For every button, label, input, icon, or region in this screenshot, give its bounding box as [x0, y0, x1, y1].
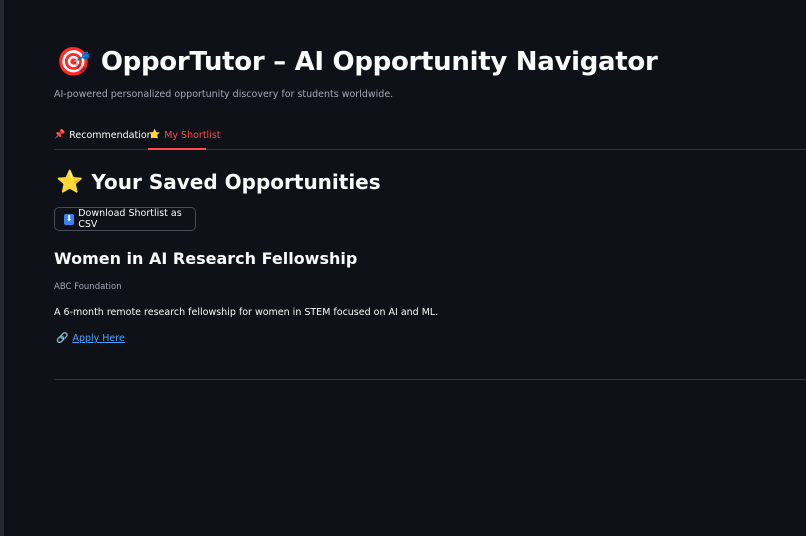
pushpin-icon: 📌: [54, 130, 66, 140]
download-csv-button[interactable]: ⬇ Download Shortlist as CSV: [54, 207, 196, 231]
star-icon: ⭐: [149, 130, 161, 140]
tab-my-shortlist[interactable]: ⭐ My Shortlist: [149, 122, 221, 148]
apply-row: 🔗 Apply Here: [56, 333, 125, 344]
tab-bar: 📌 Recommendations ⭐ My Shortlist: [54, 122, 806, 150]
star-icon: ⭐: [56, 169, 84, 195]
tab-label: Recommendations: [69, 129, 158, 141]
active-tab-indicator: [148, 148, 206, 150]
download-button-label: Download Shortlist as CSV: [78, 208, 182, 230]
opportunity-organization: ABC Foundation: [54, 282, 122, 292]
opportunity-description: A 6-month remote research fellowship for…: [54, 307, 439, 318]
download-arrow-icon: ⬇: [64, 213, 75, 225]
divider: [54, 379, 806, 380]
target-icon: 🎯: [56, 45, 91, 78]
link-icon: 🔗: [56, 333, 69, 344]
app-left-edge: [0, 0, 4, 536]
main-content: 🎯 OpporTutor – AI Opportunity Navigator …: [54, 0, 806, 536]
page-header: 🎯 OpporTutor – AI Opportunity Navigator: [54, 40, 658, 84]
section-heading: ⭐ Your Saved Opportunities: [54, 166, 381, 198]
page-title: OpporTutor – AI Opportunity Navigator: [100, 47, 658, 77]
opportunity-title: Women in AI Research Fellowship: [54, 249, 358, 268]
section-title: Your Saved Opportunities: [91, 170, 381, 194]
page-subtitle: AI-powered personalized opportunity disc…: [54, 89, 394, 100]
tab-recommendations[interactable]: 📌 Recommendations: [54, 122, 158, 148]
tab-label: My Shortlist: [164, 129, 221, 141]
apply-here-link[interactable]: Apply Here: [72, 333, 124, 344]
